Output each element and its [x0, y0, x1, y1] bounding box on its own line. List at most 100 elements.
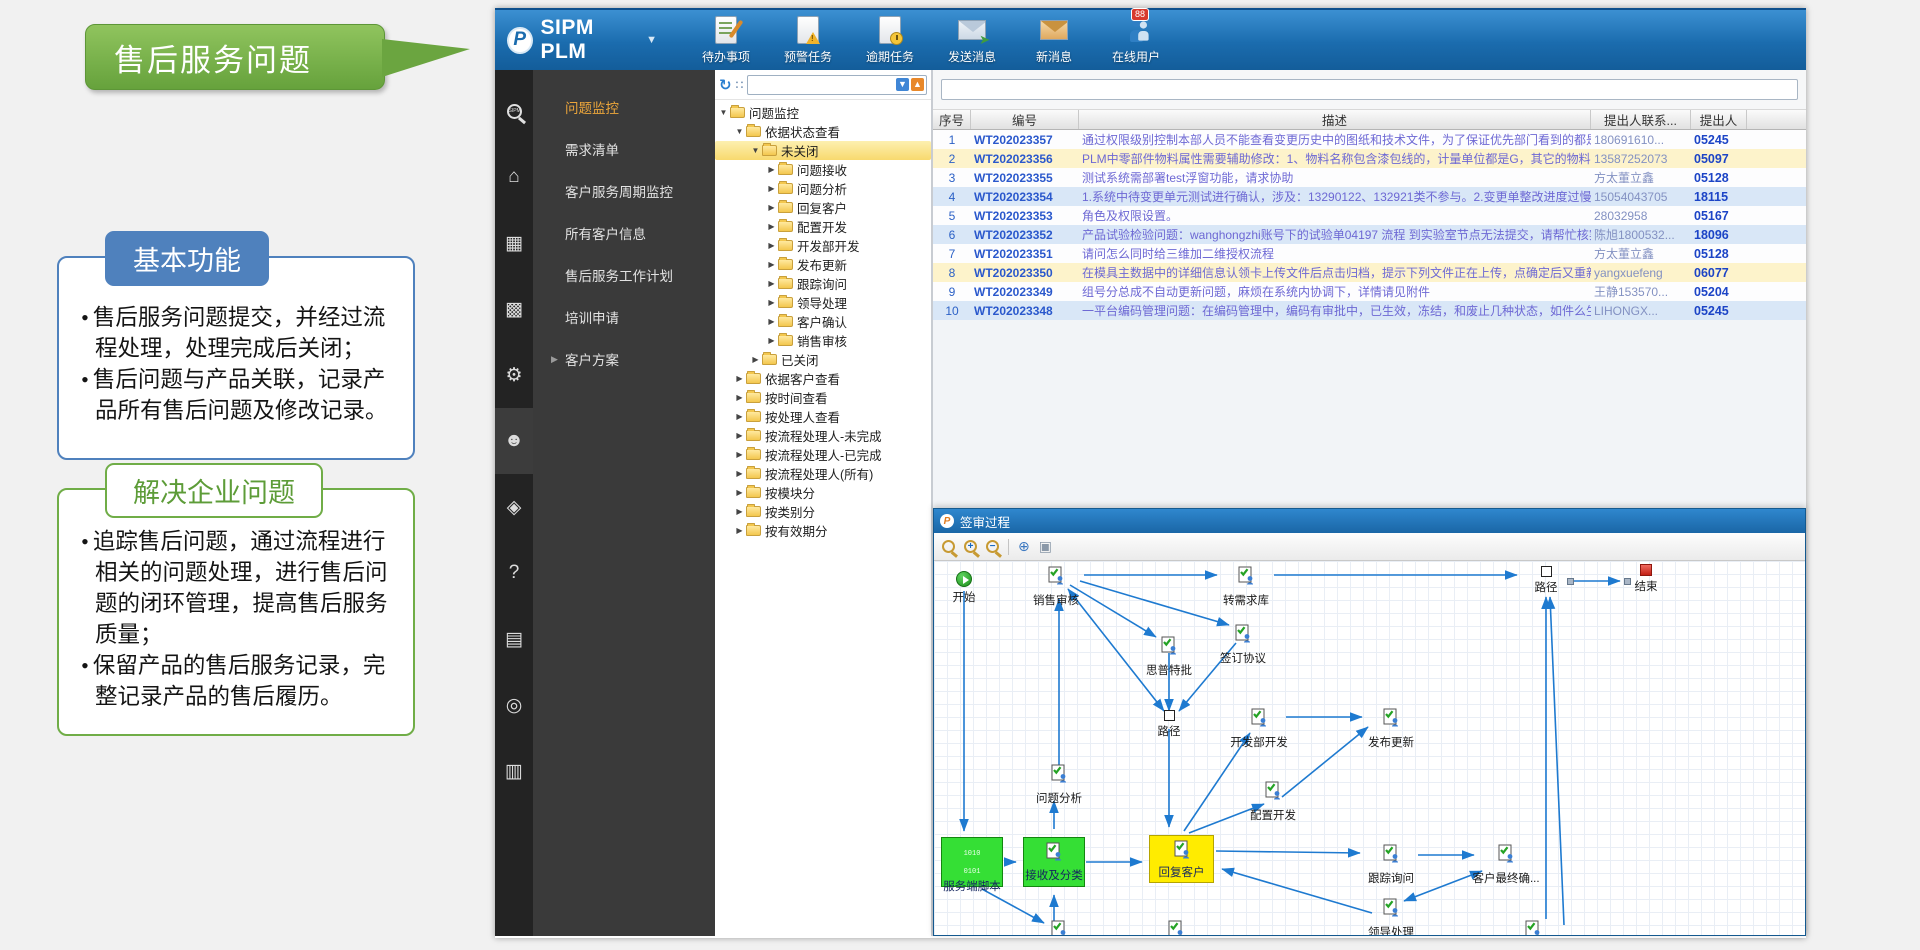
tree-node[interactable]: ▶ 开发部开发: [715, 236, 931, 255]
tree-node[interactable]: ▶ 发布更新: [715, 255, 931, 274]
menu-item[interactable]: ▶培训申请: [533, 296, 715, 338]
header-tool-alert-task[interactable]: 预警任务: [767, 15, 849, 65]
tree-node[interactable]: ▶ 配置开发: [715, 217, 931, 236]
tree-expand-icon[interactable]: ▶: [766, 165, 777, 174]
header-tool-new-message[interactable]: 新消息: [1013, 15, 1095, 65]
rail-item-question-doc[interactable]: ?: [495, 540, 533, 606]
tree-node[interactable]: ▶ 问题接收: [715, 160, 931, 179]
tree-node[interactable]: ▼ 未关闭: [715, 141, 931, 160]
tree-expand-icon[interactable]: ▶: [766, 222, 777, 231]
menu-item[interactable]: ▶所有客户信息: [533, 212, 715, 254]
hierarchy-icon[interactable]: ∷: [736, 78, 744, 92]
menu-item[interactable]: ▶需求清单: [533, 128, 715, 170]
window-titlebar[interactable]: P 签审过程: [934, 509, 1805, 533]
tree-search-input[interactable]: ▼ ▲: [747, 74, 927, 95]
header-tool-online-users[interactable]: 88 在线用户: [1095, 8, 1177, 65]
flow-node-partial[interactable]: [1138, 920, 1214, 935]
search-down-icon[interactable]: ▼: [896, 78, 909, 91]
tree-node[interactable]: ▶ 销售审核: [715, 331, 931, 350]
tree-expand-icon[interactable]: ▶: [766, 184, 777, 193]
refresh-icon[interactable]: ↻: [719, 76, 732, 94]
flow-node-partial[interactable]: [1021, 920, 1097, 935]
search-up-icon[interactable]: ▲: [911, 78, 924, 91]
tree-expand-icon[interactable]: ▶: [734, 431, 745, 440]
tree-expand-icon[interactable]: ▶: [766, 298, 777, 307]
tree-expand-icon[interactable]: ▶: [734, 526, 745, 535]
table-row[interactable]: 2 WT202023356 PLM中零部件物料属性需要辅助修改：1、物料名称包含漆包…: [933, 149, 1806, 168]
header-tool-todo[interactable]: 待办事项: [685, 15, 767, 65]
table-row[interactable]: 10 WT202023348 一平台编码管理问题：在编码管理中，编码有审批中，已生效…: [933, 301, 1806, 320]
menu-item[interactable]: ▶售后服务工作计划: [533, 254, 715, 296]
magnifier-icon[interactable]: [942, 540, 955, 553]
tree-expand-icon[interactable]: ▶: [766, 279, 777, 288]
flow-node-领导处理[interactable]: 领导处理: [1353, 898, 1429, 935]
monitor-icon[interactable]: ▣: [1039, 538, 1052, 555]
tree-expand-icon[interactable]: ▶: [734, 374, 745, 383]
tree-node[interactable]: ▶ 按流程处理人(所有): [715, 464, 931, 483]
tree-node[interactable]: ▶ 按类别分: [715, 502, 931, 521]
tree-node[interactable]: ▶ 按有效期分: [715, 521, 931, 540]
flow-node-问题分析[interactable]: 问题分析: [1021, 764, 1097, 806]
menu-item[interactable]: ▶ 客户方案: [533, 338, 715, 380]
flow-node-接收及分类[interactable]: 接收及分类: [1023, 837, 1085, 887]
table-row[interactable]: 7 WT202023351 请问怎么同时给三维加二维授权流程 方太董立鑫 05128: [933, 244, 1806, 263]
zoom-in-icon[interactable]: +: [964, 540, 977, 553]
flow-node-思普特批[interactable]: 思普特批: [1131, 636, 1207, 678]
filter-input[interactable]: [941, 79, 1798, 100]
tree-node[interactable]: ▶ 按流程处理人-未完成: [715, 426, 931, 445]
flow-node-转需求库[interactable]: 转需求库: [1208, 566, 1284, 608]
tree-expand-icon[interactable]: ▶: [766, 260, 777, 269]
table-row[interactable]: 6 WT202023352 产品试验检验问题：wanghongzhi账号下的试验单0…: [933, 225, 1806, 244]
tree-expand-icon[interactable]: ▶: [734, 488, 745, 497]
tree-expand-icon[interactable]: ▶: [734, 393, 745, 402]
rail-item-settings-gear[interactable]: ⚙: [495, 342, 533, 408]
tree-expand-icon[interactable]: ▼: [718, 108, 729, 117]
rail-item-presentation[interactable]: ▦: [495, 210, 533, 276]
brand-menu[interactable]: P SIPM PLM ▼: [507, 16, 657, 64]
tree-node[interactable]: ▼ 问题监控: [715, 103, 931, 122]
flow-node-跟踪询问[interactable]: 跟踪询问: [1353, 844, 1429, 886]
menu-item[interactable]: ▶客户服务周期监控: [533, 170, 715, 212]
flow-node-服务端脚本[interactable]: 1010 0101 服务端脚本: [941, 837, 1003, 893]
header-tool-overdue-task[interactable]: 逾期任务: [849, 15, 931, 65]
tree-node[interactable]: ▶ 按时间查看: [715, 388, 931, 407]
table-row[interactable]: 8 WT202023350 在模具主数据中的详细信息认领卡上传文件后点击归档，提示下…: [933, 263, 1806, 282]
tree-expand-icon[interactable]: ▶: [766, 241, 777, 250]
table-row[interactable]: 9 WT202023349 组号分总成不自动更新问题，麻烦在系统内协调下，详情请见附…: [933, 282, 1806, 301]
tree-expand-icon[interactable]: ▶: [766, 317, 777, 326]
tree-node[interactable]: ▶ 依据客户查看: [715, 369, 931, 388]
tree-expand-icon[interactable]: ▶: [750, 355, 761, 364]
tree-node[interactable]: ▶ 问题分析: [715, 179, 931, 198]
tree-expand-icon[interactable]: ▶: [734, 412, 745, 421]
rail-item-calendar[interactable]: ▤: [495, 606, 533, 672]
column-header[interactable]: 序号: [933, 110, 971, 129]
tree-node[interactable]: ▶ 按流程处理人-已完成: [715, 445, 931, 464]
table-row[interactable]: 5 WT202023353 角色及权限设置。 28032958 05167: [933, 206, 1806, 225]
tree-node[interactable]: ▶ 已关闭: [715, 350, 931, 369]
locate-icon[interactable]: ⊕: [1018, 538, 1030, 555]
rail-item-company[interactable]: ▩: [495, 276, 533, 342]
flow-node-配置开发[interactable]: 配置开发: [1235, 781, 1311, 823]
rail-item-customer-service[interactable]: ☻: [495, 408, 533, 474]
header-tool-send-message[interactable]: ➤ 发送消息: [931, 15, 1013, 65]
tree-node[interactable]: ▶ 跟踪询问: [715, 274, 931, 293]
tree-expand-icon[interactable]: ▶: [766, 203, 777, 212]
tree-node[interactable]: ▶ 领导处理: [715, 293, 931, 312]
tree-expand-icon[interactable]: ▶: [734, 450, 745, 459]
flow-node-partial[interactable]: [1495, 920, 1571, 935]
tree-expand-icon[interactable]: ▼: [734, 127, 745, 136]
tree-node[interactable]: ▼ 依据状态查看: [715, 122, 931, 141]
menu-item[interactable]: ▶问题监控: [533, 86, 715, 128]
flow-node-签订协议[interactable]: 签订协议: [1205, 624, 1281, 666]
rail-item-sipm-search[interactable]: SIPM: [495, 78, 533, 144]
column-header[interactable]: 提出人联系...: [1591, 110, 1691, 129]
table-row[interactable]: 1 WT202023357 通过权限级别控制本部人员不能查看变更历史中的图纸和技术文…: [933, 130, 1806, 149]
tree-expand-icon[interactable]: ▶: [734, 469, 745, 478]
column-header[interactable]: 描述: [1079, 110, 1591, 129]
rail-item-security-shield[interactable]: ◈: [495, 474, 533, 540]
tree-node[interactable]: ▶ 按模块分: [715, 483, 931, 502]
flow-node-销售审核[interactable]: 销售审核: [1018, 566, 1094, 608]
column-header[interactable]: 提出人: [1691, 110, 1747, 129]
flow-node-开始[interactable]: 开始: [934, 571, 1002, 605]
tree-node[interactable]: ▶ 客户确认: [715, 312, 931, 331]
